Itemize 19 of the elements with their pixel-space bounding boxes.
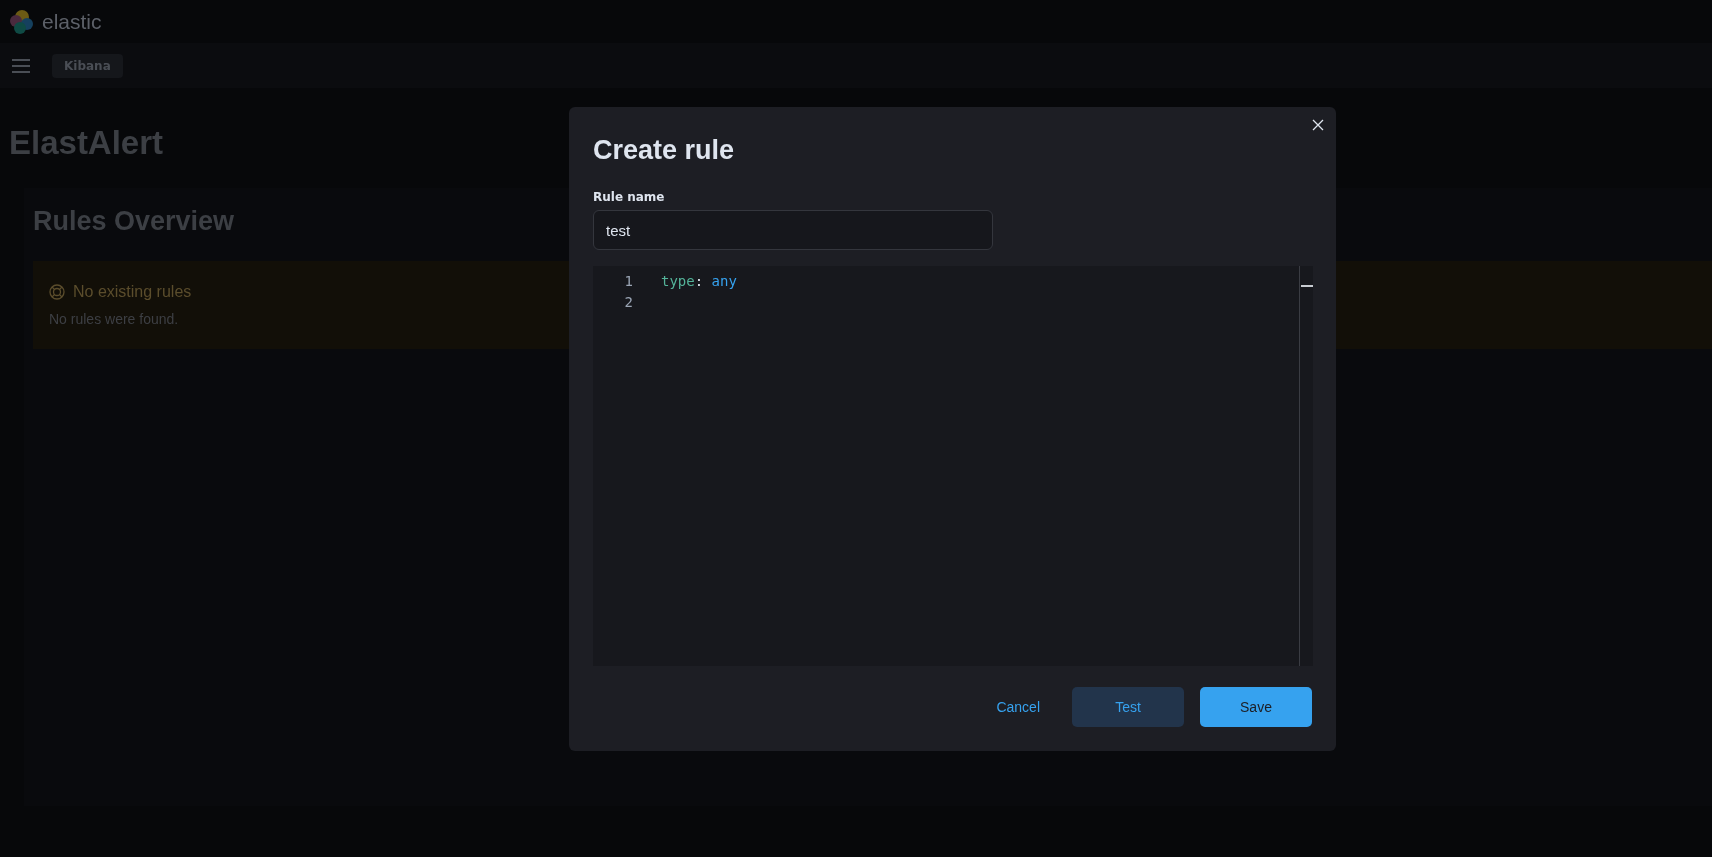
callout-title: No existing rules <box>73 283 192 301</box>
menu-icon[interactable] <box>12 58 30 73</box>
logo-icon <box>8 8 34 35</box>
callout-text: No rules were found. <box>49 311 179 327</box>
line-number: 1 <box>623 272 633 289</box>
close-icon[interactable] <box>1310 117 1326 133</box>
line-number: 2 <box>623 293 633 310</box>
brand-name: elastic <box>42 9 102 34</box>
page-title: ElastAlert <box>9 124 164 162</box>
lifebuoy-icon <box>49 284 65 300</box>
cancel-link[interactable]: Cancel <box>980 687 1056 727</box>
field-label: Rule name <box>593 190 666 204</box>
scrollbar-thumb[interactable] <box>1301 285 1313 287</box>
modal-title: Create rule <box>593 135 736 166</box>
test-button[interactable]: Test <box>1072 687 1184 727</box>
rule-name-field[interactable]: test <box>593 210 993 250</box>
code-editor[interactable]: 1 type: any 2 <box>593 266 1313 666</box>
save-button[interactable]: Save <box>1200 687 1312 727</box>
code-line: type: any <box>661 272 737 289</box>
